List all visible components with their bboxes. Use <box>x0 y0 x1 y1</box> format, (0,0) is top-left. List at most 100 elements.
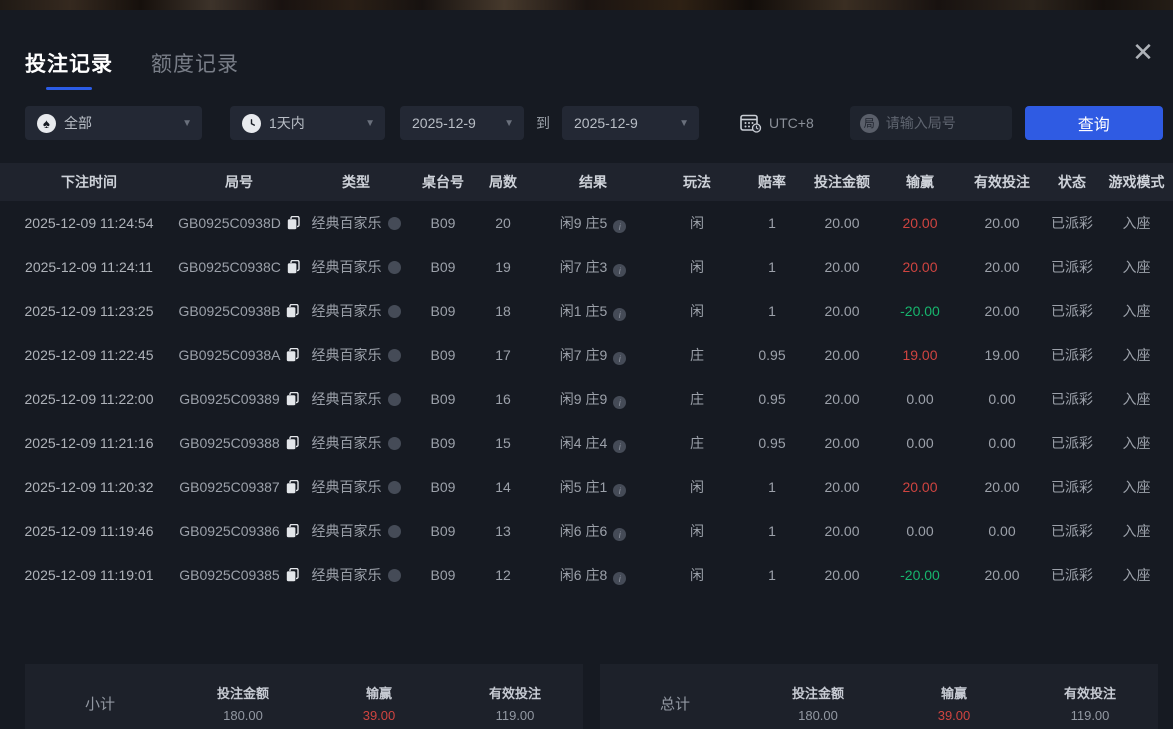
stat-value: 180.00 <box>750 708 886 723</box>
stat-value: 180.00 <box>175 708 311 723</box>
stat-value: 119.00 <box>447 708 583 723</box>
cell-table-no: B09 <box>412 201 474 245</box>
tab-quota-records-label: 额度记录 <box>151 48 239 78</box>
game-logo-icon <box>388 261 401 274</box>
info-icon[interactable]: i <box>613 220 626 233</box>
column-header-6: 玩法 <box>654 163 740 201</box>
cell-amount: 20.00 <box>804 553 880 597</box>
cell-type: 经典百家乐 <box>300 509 412 553</box>
info-icon[interactable]: i <box>613 396 626 409</box>
stat-label: 投注金额 <box>175 683 311 702</box>
date-to-value: 2025-12-9 <box>574 115 638 131</box>
cell-table-no: B09 <box>412 245 474 289</box>
game-logo-icon <box>388 217 401 230</box>
copy-icon[interactable] <box>287 216 300 230</box>
cell-result: 闲5 庄1i <box>532 465 654 509</box>
cell-odds: 1 <box>740 289 804 333</box>
subtotal-label: 小计 <box>25 693 175 714</box>
copy-icon[interactable] <box>286 436 299 450</box>
info-icon[interactable]: i <box>613 440 626 453</box>
time-range-value: 1天内 <box>269 113 305 133</box>
cell-round-id: GB0925C09388 <box>178 421 300 465</box>
tab-bar: 投注记录 额度记录 <box>0 10 1173 90</box>
game-logo-icon <box>388 305 401 318</box>
cell-play: 庄 <box>654 421 740 465</box>
cell-status: 已派彩 <box>1044 289 1100 333</box>
stat-label: 输赢 <box>886 683 1022 702</box>
info-icon[interactable]: i <box>613 264 626 277</box>
cell-mode: 入座 <box>1100 553 1173 597</box>
subtotal-stat-2: 有效投注119.00 <box>447 683 583 723</box>
cell-play: 闲 <box>654 465 740 509</box>
cell-type: 经典百家乐 <box>300 333 412 377</box>
cell-mode: 入座 <box>1100 509 1173 553</box>
cell-result: 闲7 庄3i <box>532 245 654 289</box>
copy-icon[interactable] <box>286 524 299 538</box>
round-id-field[interactable]: 局 <box>850 106 1012 140</box>
cell-time: 2025-12-09 11:22:00 <box>0 377 178 421</box>
cell-status: 已派彩 <box>1044 509 1100 553</box>
cell-result: 闲9 庄5i <box>532 201 654 245</box>
column-header-12: 游戏模式 <box>1100 163 1173 201</box>
cell-valid: 0.00 <box>960 377 1044 421</box>
cell-round-no: 17 <box>474 333 532 377</box>
query-button[interactable]: 查询 <box>1025 106 1163 140</box>
copy-icon[interactable] <box>286 392 299 406</box>
cell-table-no: B09 <box>412 377 474 421</box>
cell-table-no: B09 <box>412 289 474 333</box>
cell-time: 2025-12-09 11:19:46 <box>0 509 178 553</box>
column-header-5: 结果 <box>532 163 654 201</box>
timezone-indicator: UTC+8 <box>740 113 814 133</box>
stat-label: 有效投注 <box>1022 683 1158 702</box>
game-type-select[interactable]: ♠ 全部 ▼ <box>25 106 202 140</box>
chevron-down-icon: ▼ <box>496 118 514 129</box>
column-header-8: 投注金额 <box>804 163 880 201</box>
cell-play: 闲 <box>654 509 740 553</box>
game-logo-icon <box>388 349 401 362</box>
cell-winloss: -20.00 <box>880 289 960 333</box>
stat-value: 39.00 <box>886 708 1022 723</box>
copy-icon[interactable] <box>286 348 299 362</box>
cell-odds: 1 <box>740 553 804 597</box>
copy-icon[interactable] <box>287 260 300 274</box>
cell-winloss: -20.00 <box>880 553 960 597</box>
cell-round-no: 14 <box>474 465 532 509</box>
cell-result: 闲6 庄8i <box>532 553 654 597</box>
copy-icon[interactable] <box>286 304 299 318</box>
info-icon[interactable]: i <box>613 572 626 585</box>
cell-amount: 20.00 <box>804 377 880 421</box>
column-header-1: 局号 <box>178 163 300 201</box>
date-from-select[interactable]: 2025-12-9 ▼ <box>400 106 524 140</box>
cell-valid: 20.00 <box>960 289 1044 333</box>
tab-quota-records[interactable]: 额度记录 <box>151 48 239 90</box>
spade-icon: ♠ <box>37 114 56 133</box>
cell-play: 闲 <box>654 553 740 597</box>
date-to-select[interactable]: 2025-12-9 ▼ <box>562 106 699 140</box>
cell-result: 闲6 庄6i <box>532 509 654 553</box>
info-icon[interactable]: i <box>613 484 626 497</box>
video-background-strip <box>0 0 1173 10</box>
cell-time: 2025-12-09 11:20:32 <box>0 465 178 509</box>
cell-mode: 入座 <box>1100 289 1173 333</box>
cell-status: 已派彩 <box>1044 553 1100 597</box>
cell-round-id: GB0925C0938A <box>178 333 300 377</box>
cell-odds: 1 <box>740 465 804 509</box>
tab-bet-records[interactable]: 投注记录 <box>25 48 113 90</box>
copy-icon[interactable] <box>286 568 299 582</box>
info-icon[interactable]: i <box>613 528 626 541</box>
column-header-2: 类型 <box>300 163 412 201</box>
time-range-select[interactable]: 1天内 ▼ <box>230 106 385 140</box>
game-logo-icon <box>388 481 401 494</box>
cell-type: 经典百家乐 <box>300 553 412 597</box>
info-icon[interactable]: i <box>613 308 626 321</box>
info-icon[interactable]: i <box>613 352 626 365</box>
copy-icon[interactable] <box>286 480 299 494</box>
cell-amount: 20.00 <box>804 289 880 333</box>
cell-valid: 20.00 <box>960 201 1044 245</box>
table-row: 2025-12-09 11:22:45GB0925C0938A经典百家乐B091… <box>0 333 1173 377</box>
cell-round-no: 18 <box>474 289 532 333</box>
close-icon[interactable]: ✕ <box>1127 36 1159 68</box>
column-header-7: 赔率 <box>740 163 804 201</box>
cell-winloss: 20.00 <box>880 465 960 509</box>
round-id-input[interactable] <box>886 115 1002 131</box>
